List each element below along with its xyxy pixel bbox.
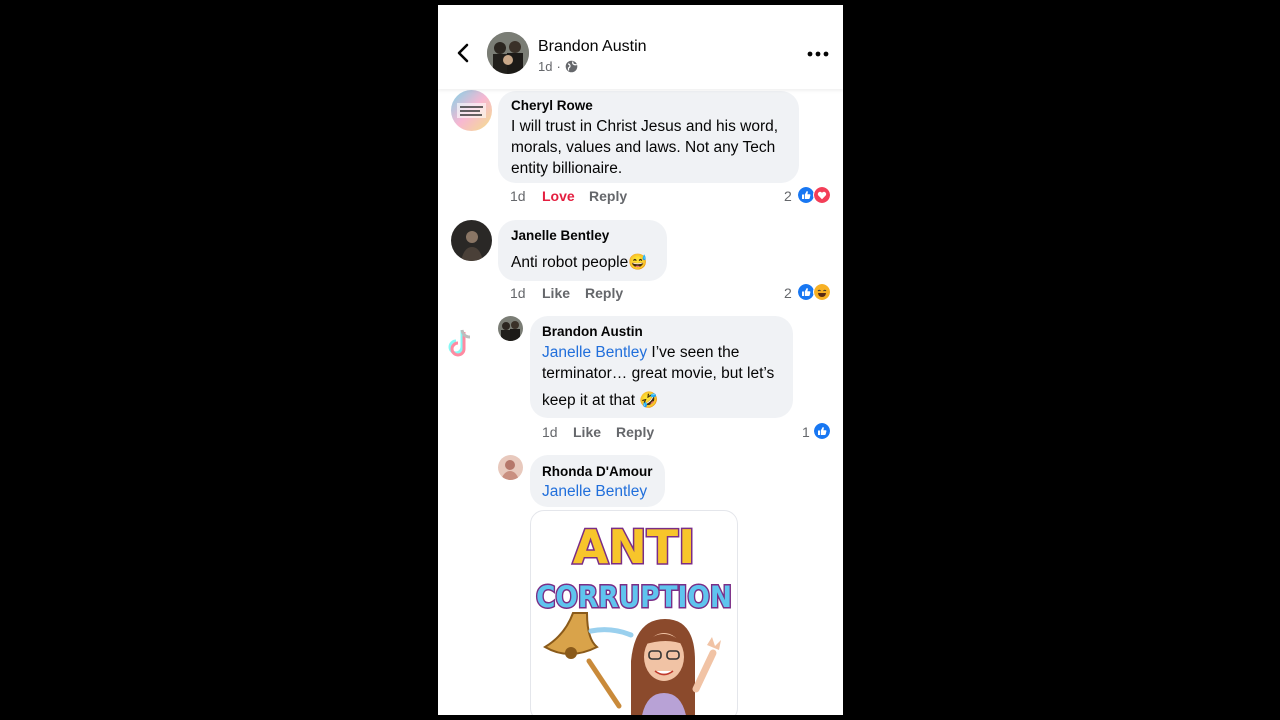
bell-icon: [543, 612, 634, 709]
comment-body: Anti robot people: [511, 254, 629, 271]
comment-line: entity billionaire.: [511, 160, 623, 177]
svg-text:ANTI: ANTI: [573, 520, 696, 574]
post-age: 1d: [538, 59, 553, 74]
haha-icon: [813, 283, 831, 301]
reaction-count[interactable]: 1: [802, 424, 810, 440]
tiktok-watermark: [444, 327, 474, 364]
phone-screen: Brandon Austin 1d · Cheryl Rowe I will t…: [438, 5, 843, 715]
comment-text: Anti robot people😅: [511, 252, 648, 273]
commenter-avatar[interactable]: [451, 90, 492, 131]
commenter-avatar[interactable]: [451, 220, 492, 261]
reaction-count[interactable]: 2: [784, 188, 792, 204]
mention-link[interactable]: Janelle Bentley: [542, 344, 647, 361]
like-button[interactable]: Like: [542, 285, 570, 301]
post-meta: 1d ·: [538, 59, 578, 74]
comment-author[interactable]: Rhonda D'Amour: [542, 464, 652, 479]
mention-link[interactable]: Janelle Bentley: [542, 483, 647, 500]
comment-line: I will trust in Christ Jesus and his wor…: [511, 118, 779, 135]
comment-age: 1d: [510, 285, 526, 301]
sticker-word-anti: ANTI: [573, 520, 696, 574]
comment-body: keep it at that: [542, 392, 636, 409]
heart-icon: [813, 186, 831, 204]
like-icon: [813, 422, 831, 440]
like-button[interactable]: Like: [573, 424, 601, 440]
svg-text:CORRUPTION: CORRUPTION: [536, 580, 732, 614]
back-arrow-icon[interactable]: [454, 43, 474, 63]
reaction-count[interactable]: 2: [784, 285, 792, 301]
reaction-button[interactable]: Love: [542, 188, 575, 204]
tiktok-icon: [448, 329, 471, 357]
reply-button[interactable]: Reply: [589, 188, 627, 204]
post-header: Brandon Austin 1d ·: [438, 5, 843, 89]
author-avatar[interactable]: [487, 32, 529, 74]
comment-line: Janelle Bentley: [542, 481, 647, 502]
globe-icon: [565, 60, 578, 73]
comment-body: I’ve seen the: [647, 344, 740, 361]
comment-author[interactable]: Cheryl Rowe: [511, 98, 593, 113]
sweat-smile-emoji: 😅: [628, 254, 648, 271]
comment-author[interactable]: Janelle Bentley: [511, 228, 609, 243]
reply-button[interactable]: Reply: [616, 424, 654, 440]
comment-line: morals, values and laws. Not any Tech: [511, 139, 776, 156]
rofl-emoji: 🤣: [639, 392, 659, 409]
more-options-icon[interactable]: [806, 49, 830, 59]
author-name[interactable]: Brandon Austin: [538, 38, 647, 56]
commenter-avatar[interactable]: [498, 455, 523, 480]
comment-line: Janelle Bentley I’ve seen the: [542, 342, 739, 363]
sticker-word-corruption: CORRUPTION: [536, 580, 732, 614]
comment-author[interactable]: Brandon Austin: [542, 324, 643, 339]
reply-button[interactable]: Reply: [585, 285, 623, 301]
comment-age: 1d: [510, 188, 526, 204]
comment-line: keep it at that 🤣: [542, 390, 659, 411]
meta-separator: ·: [556, 59, 561, 74]
commenter-avatar[interactable]: [498, 316, 523, 341]
comment-age: 1d: [542, 424, 558, 440]
comment-line: terminator… great movie, but let’s: [542, 365, 775, 382]
bitmoji-sticker[interactable]: ANTI CORRUPTION: [530, 510, 738, 715]
bitmoji-avatar: [631, 619, 721, 715]
